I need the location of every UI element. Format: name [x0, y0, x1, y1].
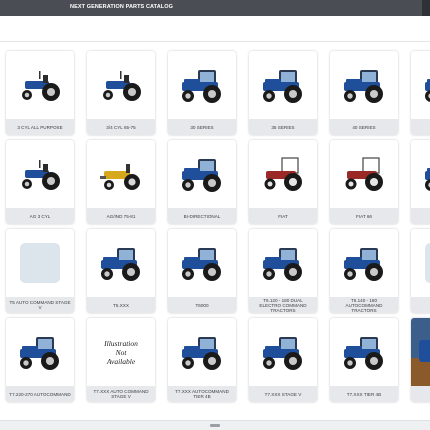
catalog-card[interactable]: 3/4 CYL 65-75	[87, 51, 155, 135]
catalog-card[interactable]	[411, 318, 430, 402]
tractor-classic-blue-icon	[6, 51, 74, 119]
tractor-cab-blue-icon	[411, 51, 430, 119]
catalog-card[interactable]: 30 SERIES	[168, 51, 236, 135]
catalog-card[interactable]: BI-DIRECTIONAL	[168, 140, 236, 224]
card-label: FIAT 66	[330, 208, 398, 224]
card-label: BI-DIRECTIONAL	[168, 208, 236, 224]
tractor-classic-blue-icon	[6, 140, 74, 208]
catalog-card[interactable]: 35 SERIES	[249, 51, 317, 135]
tractor-fiat-red-icon	[249, 140, 317, 208]
tractor-industrial-yellow-icon	[87, 140, 155, 208]
card-label: 35 SERIES	[249, 119, 317, 135]
card-label: T7.XXX AUTOCOMMAND TIER 4B	[168, 386, 236, 402]
card-label: T7.XXX TIER 4B	[330, 386, 398, 402]
card-label: 30 SERIES	[168, 119, 236, 135]
card-label: 3 CYL ALL PURPOSE	[6, 119, 74, 135]
card-label: 40 SERIES	[330, 119, 398, 135]
card-label: T7.XXX AUTO COMMAND STAGE V	[87, 386, 155, 402]
title-bar: NEXT GENERATION PARTS CATALOG	[0, 0, 430, 16]
illustration-line: Not	[115, 347, 127, 357]
tractor-classic-blue-icon	[87, 51, 155, 119]
catalog-card[interactable]: 3 CYL ALL PURPOSE	[6, 51, 74, 135]
catalog-card[interactable]: FIAT	[249, 140, 317, 224]
catalog-card[interactable]: T7.220-270 AUTOCOMMAND	[6, 318, 74, 402]
tractor-modern-blue-icon	[330, 318, 398, 386]
illustration-line: Available	[106, 356, 136, 366]
tractor-photo-field-icon	[411, 318, 430, 386]
tractor-modern-blue-icon	[168, 318, 236, 386]
card-label: T7.220-270 AUTOCOMMAND	[6, 386, 74, 402]
catalog-card[interactable]: Illustration Not Available T7.XXX AUTO COMM…	[87, 318, 155, 402]
card-label: T6000	[168, 297, 236, 313]
window-title: NEXT GENERATION PARTS CATALOG	[70, 4, 174, 10]
card-label	[411, 119, 430, 135]
tractor-cab-blue-icon	[168, 140, 236, 208]
card-label: T6.120 - 180 DUAL ELECTRO COMMAND TRACTO…	[249, 297, 317, 313]
card-label: T5.XXX	[87, 297, 155, 313]
card-label: T7.XXX STAGE V	[249, 386, 317, 402]
catalog-card[interactable]: FIAT 66	[330, 140, 398, 224]
tractor-modern-blue-icon	[330, 229, 398, 297]
catalog-card[interactable]: T7.XXX STAGE V	[249, 318, 317, 402]
catalog-card[interactable]: T5 AUTO COMMAND STAGE V	[6, 229, 74, 313]
catalog-card[interactable]: T5.XXX	[87, 229, 155, 313]
card-label: FIAT	[249, 208, 317, 224]
card-label: AG/IND 75-81	[87, 208, 155, 224]
card-label: AG 3 CYL	[6, 208, 74, 224]
illustration-not-available-text: Illustration Not Available	[104, 339, 138, 366]
catalog-card[interactable]: T6.140 - 180 AUTOCOMMAND TRACTORS	[330, 229, 398, 313]
tractor-modern-blue-icon	[249, 318, 317, 386]
image-placeholder-icon	[6, 229, 74, 297]
catalog-card[interactable]: T6.XX	[411, 229, 430, 313]
tractor-cab-blue-icon	[411, 140, 430, 208]
scrollbar-thumb[interactable]	[210, 424, 220, 427]
tractor-modern-blue-icon	[6, 318, 74, 386]
card-label: T5 AUTO COMMAND STAGE V	[6, 297, 74, 313]
card-label: T6.140 - 180 AUTOCOMMAND TRACTORS	[330, 297, 398, 313]
catalog-card[interactable]: T6000	[168, 229, 236, 313]
card-label: 3/4 CYL 65-75	[87, 119, 155, 135]
tractor-modern-blue-icon	[249, 229, 317, 297]
card-label	[411, 386, 430, 402]
window-corner	[422, 0, 430, 16]
tractor-fiat-red-icon	[330, 140, 398, 208]
tractor-cab-blue-icon	[330, 51, 398, 119]
catalog-card[interactable]: 40 SERIES	[330, 51, 398, 135]
catalog-card[interactable]: T7.XXX TIER 4B	[330, 318, 398, 402]
catalog-card[interactable]: AG/IND 75-81	[87, 140, 155, 224]
illustration-line: Illustration	[104, 338, 138, 348]
toolbar	[0, 16, 430, 42]
catalog-card[interactable]	[411, 51, 430, 135]
catalog-card[interactable]: AG 3 CYL	[6, 140, 74, 224]
catalog-grid[interactable]: 3 CYL ALL PURPOSE 3/4 CYL 65-75 30 SERIE…	[0, 43, 430, 420]
tractor-cab-blue-icon	[168, 51, 236, 119]
tractor-cab-blue-icon	[249, 51, 317, 119]
image-placeholder-icon	[411, 229, 430, 297]
tractor-modern-blue-icon	[168, 229, 236, 297]
horizontal-scrollbar[interactable]	[0, 420, 430, 430]
card-label: T6.XX	[411, 297, 430, 313]
illustration-not-available-icon: Illustration Not Available	[87, 318, 155, 386]
catalog-card[interactable]: T6.120 - 180 DUAL ELECTRO COMMAND TRACTO…	[249, 229, 317, 313]
catalog-card[interactable]: T7.XXX AUTOCOMMAND TIER 4B	[168, 318, 236, 402]
tractor-modern-blue-icon	[87, 229, 155, 297]
card-label	[411, 208, 430, 224]
catalog-card[interactable]	[411, 140, 430, 224]
